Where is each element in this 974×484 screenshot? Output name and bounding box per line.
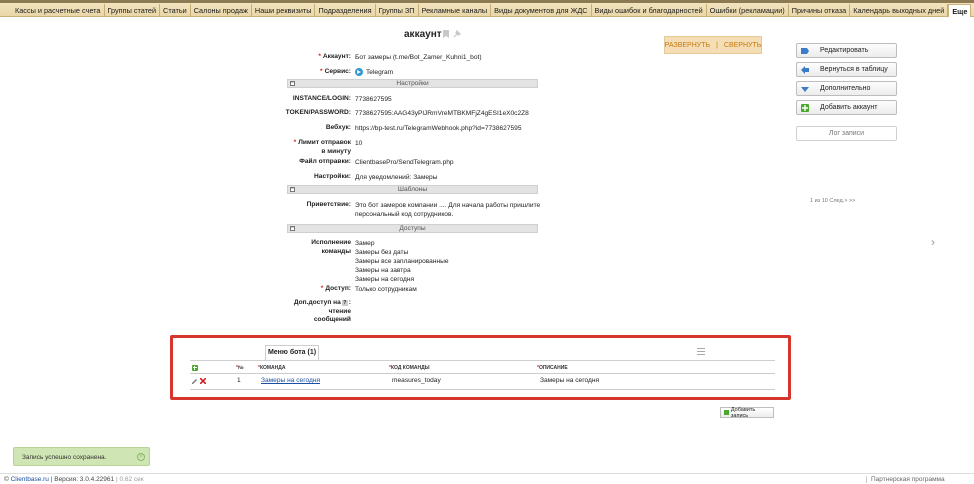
command-item: Замер — [355, 240, 375, 247]
log-button[interactable]: Лог записи — [796, 126, 897, 141]
command-item: Замеры на завтра — [355, 267, 411, 274]
more-button[interactable]: Дополнительно — [796, 81, 897, 96]
tab-bot-menu[interactable]: Меню бота (1) — [265, 345, 319, 360]
edit-icon — [801, 47, 809, 55]
col-header-description[interactable]: *ОПИСАНИЕ — [537, 365, 568, 371]
nav-item-document-types[interactable]: Виды документов для ЖДС — [491, 4, 592, 17]
back-to-table-button[interactable]: Вернуться в таблицу — [796, 62, 897, 77]
col-header-command[interactable]: *КОМАНДА — [258, 365, 285, 371]
field-account-value: Бот замеры (t.me/Bot_Zamer_Kuhni1_bot) — [355, 54, 482, 61]
command-item: Замеры все запланированные — [355, 258, 449, 265]
expand-all-link[interactable]: РАЗВЕРНУТЬ — [665, 42, 710, 49]
time-text: | 0.62 сек — [115, 476, 144, 483]
field-extra-access-label: Доп.доступ на?: чтение сообщений — [293, 299, 351, 323]
chevron-down-icon — [801, 85, 809, 93]
row-actions — [191, 377, 207, 386]
field-token-value: 7738627595:AAG43yPlJRmVreMTBKMFjZ4gESI1e… — [355, 110, 529, 117]
edit-row-icon[interactable] — [191, 377, 198, 384]
row-num: 1 — [237, 377, 241, 384]
nav-item-sales-salons[interactable]: Салоны продаж — [191, 4, 252, 17]
nav-item-complaints[interactable]: Ошибки (рекламации) — [707, 4, 789, 17]
section-settings[interactable]: − Настройки — [287, 79, 538, 88]
field-webhook-label: Вебхук: — [325, 124, 351, 131]
field-send-limit-value: 10 — [355, 140, 363, 147]
field-greeting-label: Приветствие: — [306, 201, 351, 208]
nav-item-holiday-calendar[interactable]: Календарь выходных дней — [850, 4, 949, 17]
nav-item-error-types[interactable]: Виды ошибок и благодарностей — [592, 4, 707, 17]
nav-item-reject-reasons[interactable]: Причины отказа — [789, 4, 851, 17]
field-greeting-value: Это бот замеров компании .... Для начала… — [355, 202, 541, 218]
field-settings-value: Для уведомлений: Замеры — [355, 174, 438, 181]
command-item: Замеры без даты — [355, 249, 409, 256]
close-icon[interactable]: × — [137, 453, 145, 461]
version-text: | Версия: 3.0.4.22961 — [50, 476, 115, 483]
nav-item-more[interactable]: Еще — [948, 4, 972, 17]
field-account-label: * Аккаунт: — [318, 53, 351, 60]
field-service-label: * Сервис: — [319, 68, 351, 75]
field-token-label: TOKEN/PASSWORD: — [285, 109, 351, 116]
col-header-code[interactable]: *КОД КОМАНДЫ — [389, 365, 430, 371]
arrow-left-icon — [801, 65, 809, 74]
pin-icon[interactable] — [453, 30, 461, 38]
add-account-button[interactable]: Добавить аккаунт — [796, 100, 897, 115]
top-navigation-bar: Кассы и расчетные счета Группы статей Ст… — [0, 0, 974, 17]
top-nav-menu: Кассы и расчетные счета Группы статей Ст… — [12, 4, 972, 17]
field-service-value: Telegram — [355, 68, 545, 77]
page-title: аккаунт — [404, 29, 442, 40]
field-send-limit-label: * Лимит отправок в минуту — [293, 139, 351, 155]
field-instance-value: 7738627595 — [355, 96, 392, 103]
nav-item-cash[interactable]: Кассы и расчетные счета — [12, 4, 105, 17]
nav-item-departments[interactable]: Подразделения — [315, 4, 376, 17]
pager[interactable]: 1 из 10 След.> >> — [810, 198, 855, 204]
telegram-icon — [355, 68, 363, 77]
row-command[interactable]: Замеры на сегодня — [261, 377, 320, 384]
separator: | — [716, 41, 718, 49]
section-templates[interactable]: − Шаблоны — [287, 185, 538, 194]
field-settings-label: Настройки: — [314, 173, 351, 180]
chevron-right-icon[interactable]: › — [931, 235, 935, 249]
command-item: Замеры на сегодня — [355, 276, 415, 283]
partner-program-link[interactable]: Партнерская программа — [866, 476, 945, 483]
row-code: measures_today — [392, 377, 441, 384]
section-access[interactable]: − Доступы — [287, 224, 538, 233]
delete-row-icon[interactable] — [199, 377, 207, 385]
field-access-label: * Доступ: — [320, 285, 351, 292]
hamburger-menu-icon[interactable] — [697, 348, 705, 357]
footer: © Clientbase.ru | Версия: 3.0.4.22961 | … — [4, 476, 144, 483]
row-description: Замеры на сегодня — [540, 377, 600, 384]
copyright-icon: © — [4, 476, 9, 483]
success-toast: Запись успешно сохранена. × — [13, 447, 150, 466]
col-header-num[interactable]: *№ — [236, 365, 244, 371]
top-accent-strip — [0, 0, 974, 3]
collapse-all-link[interactable]: СВЕРНУТЬ — [724, 42, 761, 49]
field-webhook-value: https://bp-test.ru/TelegramWebhook.php?i… — [355, 125, 522, 132]
field-instance-label: INSTANCE/LOGIN: — [292, 95, 351, 102]
title-icons — [443, 30, 461, 38]
tab-underline — [190, 360, 775, 361]
field-send-file-value: ClientbasePro/SendTelegram.php — [355, 159, 454, 166]
nav-item-articles[interactable]: Статьи — [160, 4, 191, 17]
footer-divider — [0, 473, 974, 474]
nav-item-article-groups[interactable]: Группы статей — [105, 4, 161, 17]
add-record-button[interactable]: Добавить запись — [720, 407, 774, 419]
nav-item-salary-groups[interactable]: Группы ЗП — [376, 4, 419, 17]
bookmark-icon[interactable] — [443, 30, 449, 38]
row-divider — [190, 389, 775, 390]
help-icon[interactable]: ? — [341, 300, 348, 306]
header-divider — [190, 373, 775, 374]
field-access-value: Только сотрудникам — [355, 286, 417, 293]
nav-item-ad-channels[interactable]: Рекламные каналы — [419, 4, 492, 17]
nav-item-our-details[interactable]: Наши реквизиты — [252, 4, 316, 17]
field-executor-commands-value: Замер Замеры без даты Замеры все заплани… — [355, 239, 545, 284]
edit-button[interactable]: Редактировать — [796, 43, 897, 58]
plus-icon — [801, 103, 809, 112]
add-row-icon[interactable] — [192, 365, 198, 371]
plus-icon — [724, 410, 729, 415]
field-executor-commands-label: Исполнение команды — [311, 239, 351, 255]
brand-link[interactable]: Clientbase.ru — [11, 476, 49, 483]
expand-collapse-box: РАЗВЕРНУТЬ | СВЕРНУТЬ — [664, 36, 762, 54]
field-send-file-label: Файл отправки: — [299, 158, 351, 165]
